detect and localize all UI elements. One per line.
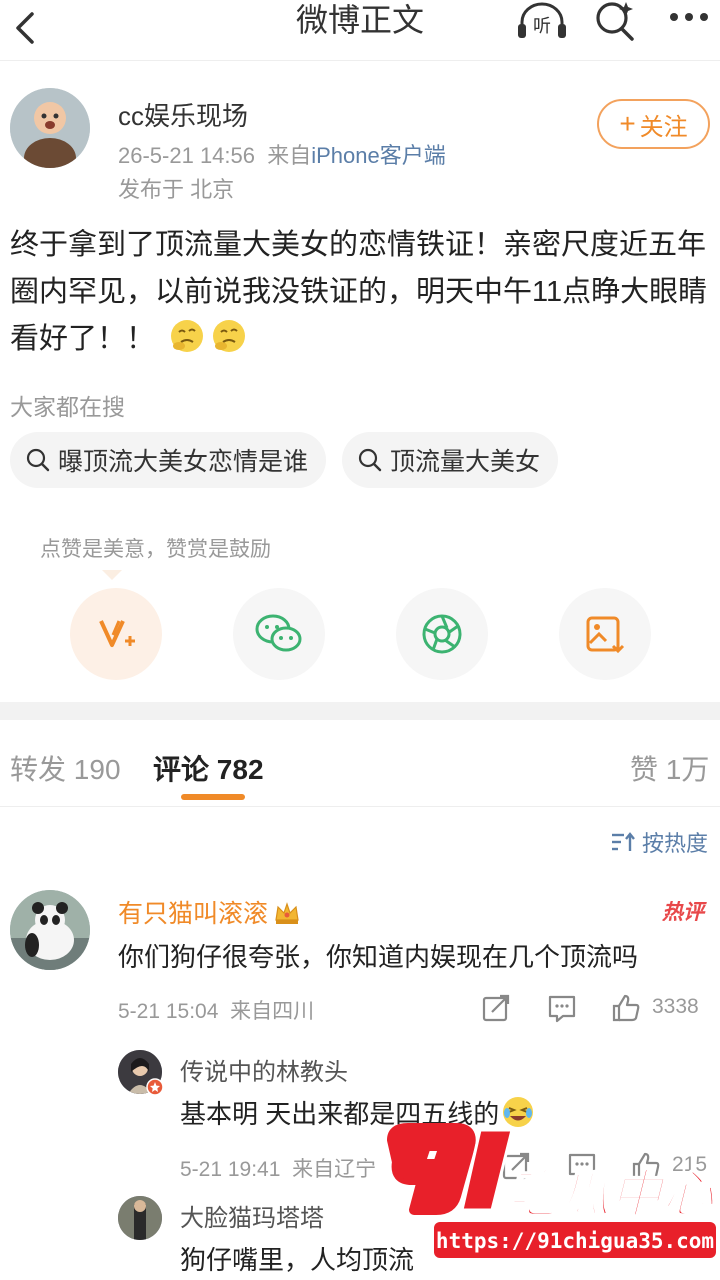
tab-comments[interactable]: 评论 782 <box>153 748 264 788</box>
sort-by-hot-button[interactable]: 按热度 <box>610 826 708 858</box>
reward-tip: 点赞是美意，赞赏是鼓励 <box>40 538 271 561</box>
share-moments-button[interactable] <box>396 588 488 680</box>
tab-repost[interactable]: 转发 190 <box>10 748 121 788</box>
repost-comment-icon[interactable] <box>480 992 512 1024</box>
comment-location: 来自四川 <box>230 1000 315 1023</box>
follow-button[interactable]: + 关注 <box>597 99 710 149</box>
reply-text-body: 基本明 天出来都是四五线的 <box>180 1099 500 1129</box>
nav-divider <box>0 60 720 61</box>
watermark-url: https://91chigua35.com <box>436 1229 714 1253</box>
post-body: 终于拿到了顶流量大美女的恋情铁证！亲密尺度近五年圈内罕见，以前说我没铁证的，明天… <box>10 229 708 355</box>
crown-badge-icon <box>275 902 299 924</box>
tabs-divider <box>0 806 720 807</box>
search-icon[interactable] <box>592 0 640 44</box>
comment-text: 你们狗仔很夸张，你知道内娱现在几个顶流吗 <box>118 942 639 972</box>
moments-aperture-icon <box>422 614 462 654</box>
thinking-emoji-icon <box>213 320 246 352</box>
commenter-name-text: 有只猫叫滚滚 <box>118 900 269 928</box>
verified-badge-icon <box>146 1078 164 1096</box>
tab-likes-label: 赞 <box>630 754 659 785</box>
reply-comment-icon[interactable] <box>566 1150 598 1182</box>
search-chip[interactable]: 顶流量大美女 <box>342 432 559 488</box>
reply-like-count: 215 <box>672 1153 708 1176</box>
tab-likes[interactable]: 赞 1万 <box>630 748 709 788</box>
search-icon <box>358 448 382 472</box>
tab-comments-count: 782 <box>216 754 264 785</box>
wechat-icon <box>255 614 302 652</box>
repost-comment-icon[interactable] <box>500 1150 532 1182</box>
commenter-avatar[interactable] <box>10 890 90 970</box>
section-divider <box>0 702 720 720</box>
listen-headphones-icon[interactable]: 听 <box>516 0 568 44</box>
search-chip-label: 顶流量大美女 <box>390 448 541 476</box>
more-options-icon[interactable] <box>664 0 714 44</box>
reply-location: 来自辽宁 <box>292 1158 377 1181</box>
thumbs-up-icon[interactable] <box>630 1150 662 1182</box>
svg-text:听: 听 <box>533 16 551 37</box>
reply-text: 狗仔嘴里，人均顶流 <box>180 1245 415 1275</box>
search-chip[interactable]: 曝顶流大美女恋情是谁 <box>10 432 327 488</box>
post-source-prefix: 来自 <box>267 143 312 168</box>
follow-label: 关注 <box>639 113 688 141</box>
commenter-name[interactable]: 有只猫叫滚滚 <box>118 894 302 930</box>
reply-comment-icon[interactable] <box>546 992 578 1024</box>
thumbs-up-icon[interactable] <box>610 992 642 1024</box>
tab-repost-count: 190 <box>73 754 121 785</box>
tab-likes-count: 1万 <box>665 754 710 785</box>
search-icon <box>26 448 50 472</box>
comment-time: 5-21 15:04 <box>118 1000 219 1023</box>
laughing-crying-emoji-icon <box>503 1097 534 1127</box>
comment-like-count: 3338 <box>652 995 699 1018</box>
post-datetime: 26-5-21 14:56 <box>118 143 255 168</box>
tab-comments-label: 评论 <box>153 754 210 785</box>
thinking-emoji-icon <box>171 320 204 352</box>
tip-pointer <box>102 570 122 580</box>
post-text: 终于拿到了顶流量大美女的恋情铁证！亲密尺度近五年圈内罕见，以前说我没铁证的，明天… <box>10 222 710 363</box>
post-location: 发布于 北京 <box>118 177 235 202</box>
reply-author-name[interactable]: 传说中的林教头 <box>180 1052 348 1087</box>
save-image-icon <box>586 616 625 654</box>
reply-author-name[interactable]: 大脸猫玛塔塔 <box>180 1198 324 1233</box>
tab-repost-label: 转发 <box>10 754 67 785</box>
trending-search-heading: 大家都在搜 <box>10 394 125 420</box>
top-nav-bar: 微博正文 听 <box>0 0 720 62</box>
share-wechat-button[interactable] <box>233 588 325 680</box>
sort-label: 按热度 <box>641 831 708 856</box>
author-avatar[interactable] <box>10 88 90 168</box>
active-tab-indicator <box>181 794 245 800</box>
post-meta: 26-5-21 14:56 来自iPhone客户端 <box>118 138 446 170</box>
comment-meta: 5-21 15:04 来自四川 <box>118 995 314 1025</box>
reward-button[interactable] <box>70 588 162 680</box>
save-image-button[interactable] <box>559 588 651 680</box>
post-source[interactable]: iPhone客户端 <box>311 143 446 168</box>
sort-icon <box>611 832 635 851</box>
watermark-logo: 吃瓜中心 <box>387 1123 717 1226</box>
reply-avatar[interactable] <box>118 1196 162 1240</box>
plus-icon: + <box>619 108 636 139</box>
reply-meta: 5-21 19:41 来自辽宁 <box>180 1153 376 1183</box>
search-chip-label: 曝顶流大美女恋情是谁 <box>58 448 309 476</box>
reply-text: 基本明 天出来都是四五线的 <box>180 1094 535 1131</box>
reply-time: 5-21 19:41 <box>180 1158 281 1181</box>
reward-v-plus-icon <box>99 620 135 647</box>
hot-comment-badge: 热评 <box>662 901 704 924</box>
author-name[interactable]: cc娱乐现场 <box>118 96 248 133</box>
